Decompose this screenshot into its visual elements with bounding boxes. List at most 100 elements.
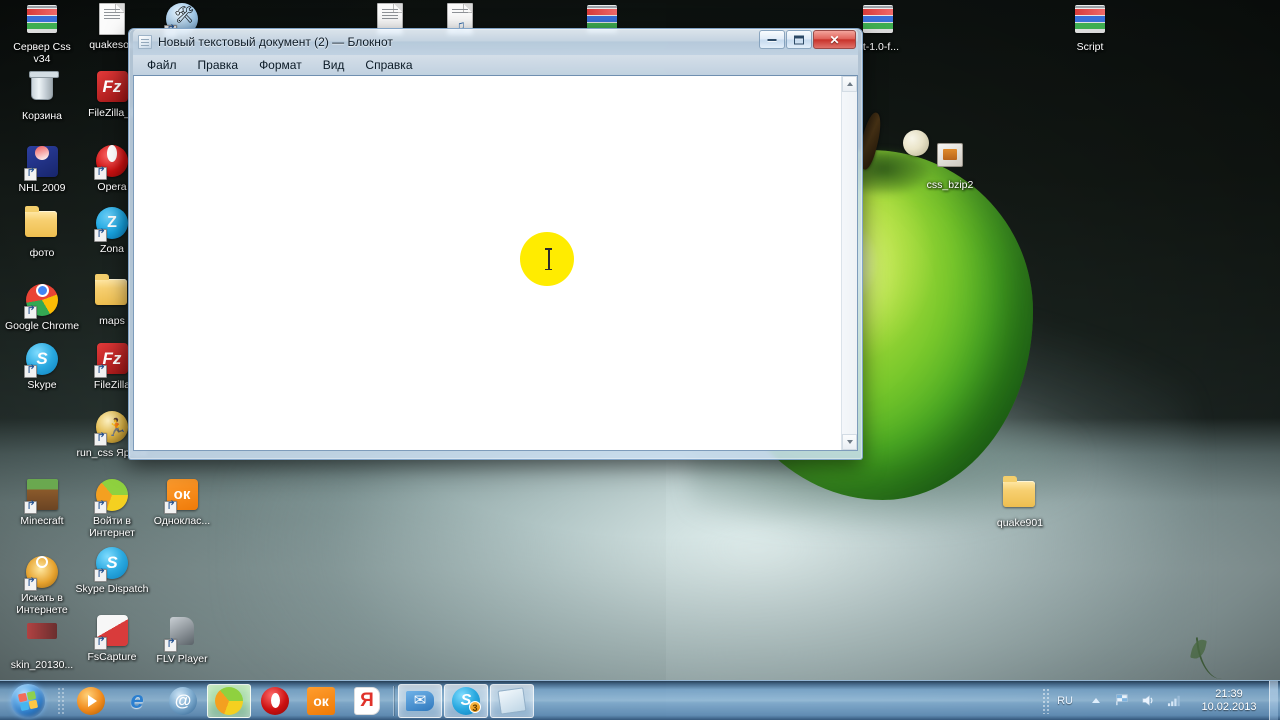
taskbar-button-opera[interactable] [253, 684, 297, 718]
icon-glyph [24, 283, 59, 319]
rar-icon [1075, 5, 1105, 33]
desktop-icon-skype-dispatch[interactable]: SSkype Dispatch [74, 546, 150, 596]
clock[interactable]: 21:39 10.02.2013 [1193, 688, 1265, 714]
scroll-up-button[interactable] [842, 76, 857, 92]
desktop-icon-minecraft[interactable]: Minecraft [4, 478, 80, 528]
flag-icon [1115, 694, 1128, 706]
start-button[interactable] [4, 683, 52, 719]
menu-item-format[interactable]: Формат [257, 57, 304, 73]
taskbar-button-windows-media-player[interactable] [69, 684, 113, 718]
language-indicator[interactable]: RU [1057, 695, 1073, 707]
shortcut-arrow-icon [94, 569, 107, 582]
desktop-icon-label: Одноклас... [153, 515, 211, 527]
icon-glyph [25, 206, 59, 245]
window-controls[interactable]: ✕ [759, 30, 856, 49]
yandex-icon: Я [354, 686, 380, 715]
notepad-client-area[interactable] [133, 75, 858, 451]
icon-glyph [1073, 5, 1107, 39]
icon-glyph: S [24, 343, 59, 378]
system-tray[interactable]: RU 21:39 10.02.2013 [1042, 680, 1280, 720]
icon-glyph: S [94, 547, 129, 582]
desktop-icon-label: Skype Dispatch [75, 583, 149, 595]
maximize-button[interactable] [786, 30, 812, 49]
icon-glyph [861, 5, 895, 39]
desktop-icon-quake901[interactable]: quake901 [982, 476, 1058, 530]
desktop-icon-google-chrome[interactable]: Google Chrome [4, 274, 80, 332]
taskbar[interactable]: e @ ок Я ✉ S 3 RU 21:39 10.02.2013 [0, 680, 1280, 720]
icon-glyph [24, 479, 59, 514]
notepad-titlebar[interactable]: Новый текстовый документ (2) — Блокнот ✕ [133, 29, 858, 55]
skin-icon [27, 623, 57, 639]
action-center-icon[interactable] [1111, 689, 1133, 713]
icon-glyph [95, 274, 129, 313]
chevron-down-icon [846, 440, 853, 444]
taskbar-buttons[interactable]: e @ ок Я ✉ S 3 [68, 683, 535, 718]
notepad-menubar[interactable]: Файл Правка Формат Вид Справка [133, 55, 858, 75]
desktop-icon-корзина[interactable]: Корзина [4, 70, 80, 123]
menu-item-edit[interactable]: Правка [196, 57, 241, 73]
icon-glyph: Fz [95, 71, 129, 105]
menu-item-help[interactable]: Справка [363, 57, 414, 73]
icon-glyph [164, 617, 199, 652]
shortcut-arrow-icon [94, 229, 107, 242]
chevron-up-icon [1092, 698, 1100, 703]
desktop-icon-label: Google Chrome [4, 319, 80, 332]
show-desktop-button[interactable] [1269, 680, 1278, 720]
minimize-icon [767, 38, 777, 41]
vertical-scrollbar[interactable] [841, 76, 857, 450]
network-icon[interactable] [1163, 689, 1185, 713]
shortcut-arrow-icon [94, 637, 107, 650]
taskbar-button-notepad[interactable] [490, 683, 534, 718]
icon-glyph [95, 3, 129, 37]
menu-item-file[interactable]: Файл [145, 57, 179, 73]
taskbar-button-skype[interactable]: S3 [444, 683, 488, 718]
desktop-icon-фото[interactable]: фото [4, 206, 80, 260]
icon-glyph [933, 143, 967, 177]
desktop-icon-script[interactable]: Script [1052, 2, 1128, 54]
show-hidden-icons-button[interactable] [1085, 689, 1107, 713]
bzip-icon [937, 143, 963, 167]
taskbar-button-internet-browser[interactable] [207, 683, 251, 718]
desktop-icon-nhl-2009[interactable]: NHL 2009 [4, 138, 80, 195]
shortcut-arrow-icon [164, 639, 177, 652]
desktop-icon-flv-player[interactable]: FLV Player [144, 614, 220, 666]
menu-item-view[interactable]: Вид [321, 57, 347, 73]
desktop-icon-label: Войти в Интернет [89, 515, 135, 539]
minimize-button[interactable] [759, 30, 785, 49]
desktop-icon-label: quake901 [996, 517, 1044, 529]
volume-icon[interactable] [1137, 689, 1159, 713]
scroll-down-button[interactable] [842, 434, 857, 450]
close-button[interactable]: ✕ [813, 30, 856, 49]
taskbar-separator [393, 685, 394, 716]
notepad-window[interactable]: Новый текстовый документ (2) — Блокнот ✕… [128, 28, 863, 460]
desktop-icon-css-bzip2[interactable]: css_bzip2 [912, 138, 988, 192]
icon-glyph [94, 615, 129, 650]
taskbar-button-odnoklassniki[interactable]: ок [299, 684, 343, 718]
desktop-icon-skype[interactable]: SSkype [4, 342, 80, 392]
tray-grip[interactable] [1042, 687, 1050, 714]
taskbar-button-mail[interactable]: ✉ [398, 683, 442, 718]
desktop-icon-label: Искать в Интернете [16, 592, 68, 616]
desktop-icon-искать-в-интернете[interactable]: Искать в Интернете [4, 546, 80, 616]
folder-icon [1003, 476, 1035, 507]
shortcut-arrow-icon [24, 305, 37, 319]
windows-logo-icon [11, 683, 45, 718]
taskbar-button-mail-agent[interactable]: @ [161, 684, 205, 718]
desktop-icon-label: Minecraft [20, 515, 64, 527]
desktop-icon-fscapture[interactable]: FsCapture [74, 614, 150, 664]
desktop-icon-skin-20130[interactable]: skin_20130... [4, 614, 80, 672]
taskbar-grip[interactable] [57, 686, 65, 715]
taskbar-button-yandex[interactable]: Я [345, 684, 389, 718]
notepad-text-area[interactable] [134, 76, 841, 450]
desktop[interactable]: Сервер Css v34quakesou🛠♫nt-1.0-f...Scrip… [0, 0, 1280, 720]
desktop-icon-войти-в-интернет[interactable]: Войти в Интернет [74, 478, 150, 539]
shortcut-arrow-icon [94, 365, 107, 378]
signal-bars-icon [1167, 695, 1180, 707]
close-icon: ✕ [829, 32, 840, 47]
filezilla-icon: Fz [96, 71, 128, 102]
taskbar-button-internet-explorer[interactable]: e [115, 684, 159, 718]
icon-glyph [1003, 476, 1037, 515]
desktop-icon-одноклас[interactable]: окОдноклас... [144, 478, 220, 528]
rar-icon [863, 5, 893, 33]
desktop-icon-сервер-css-v34[interactable]: Сервер Css v34 [4, 2, 80, 65]
